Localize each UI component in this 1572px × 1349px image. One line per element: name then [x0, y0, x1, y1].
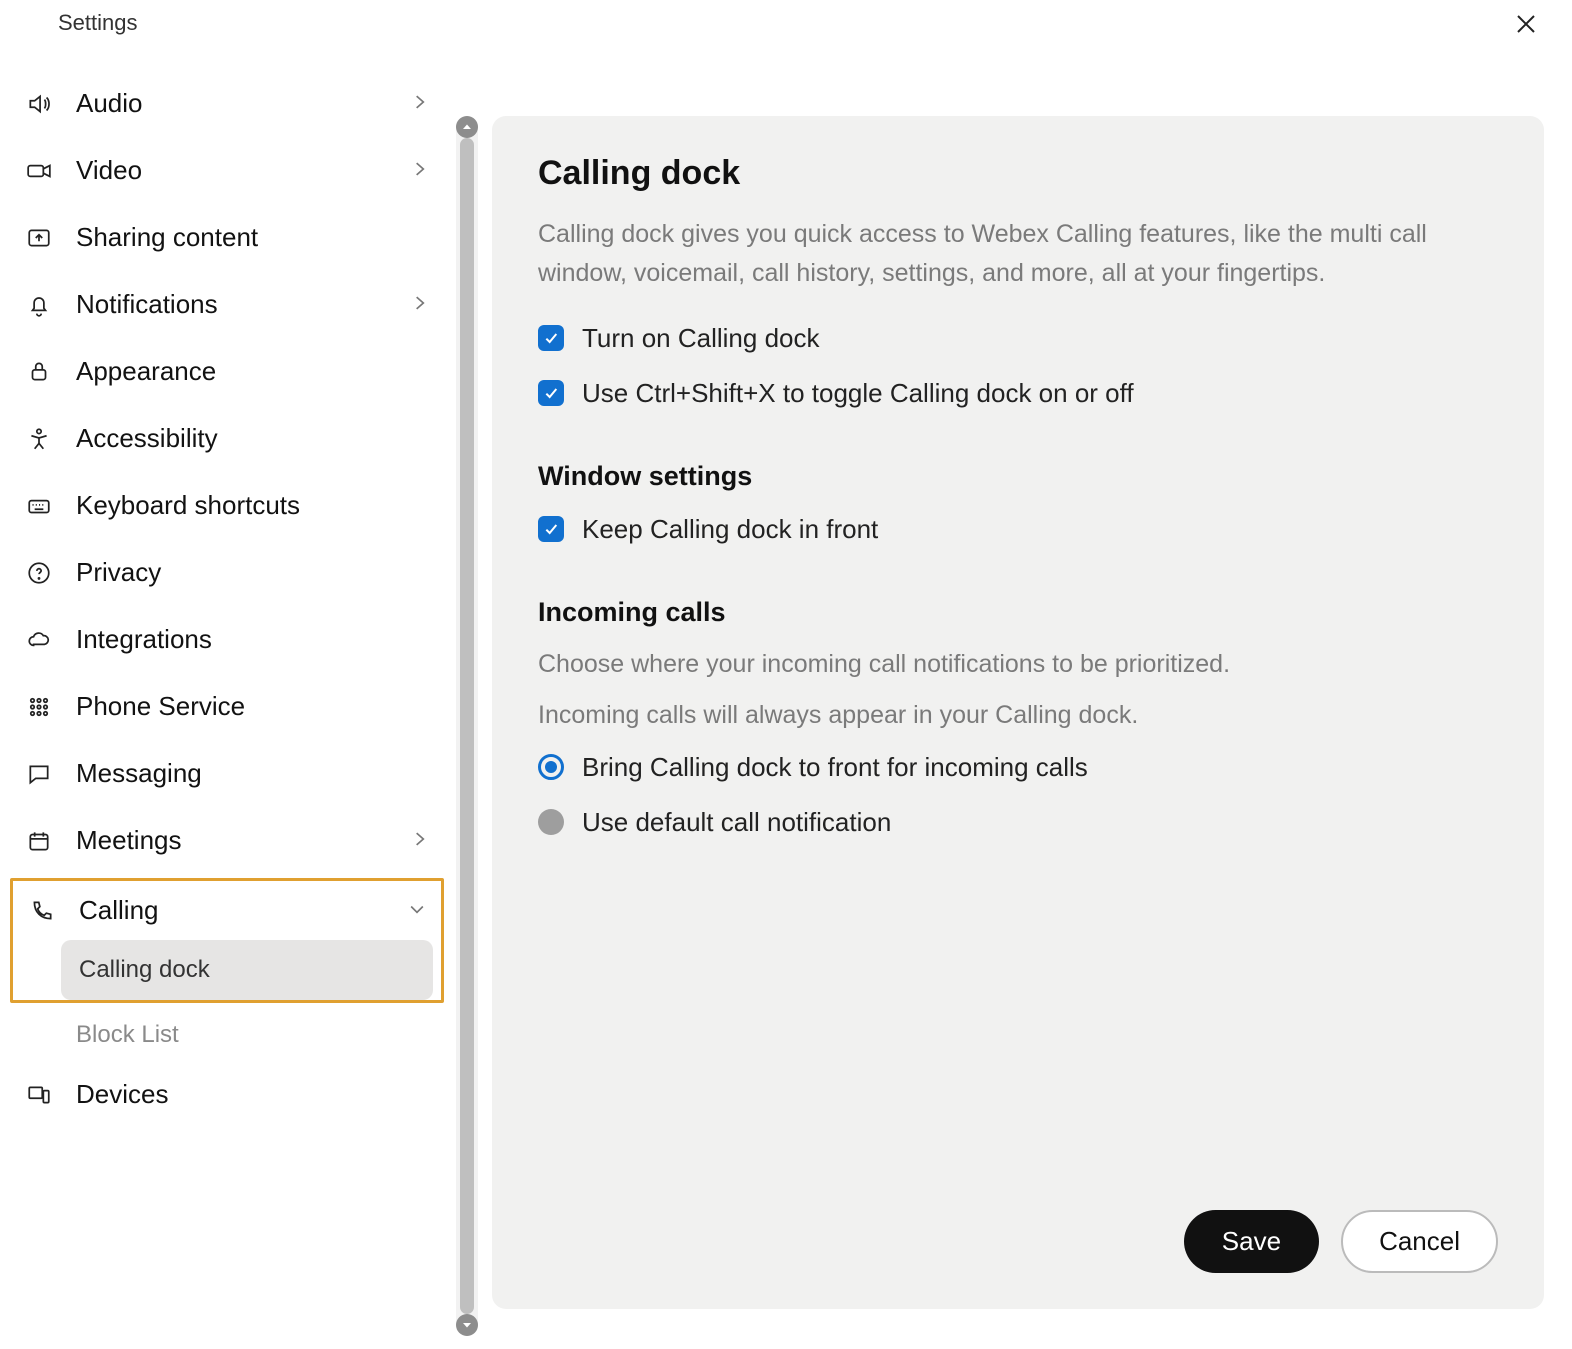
sidebar-subitem-calling-dock[interactable]: Calling dock [61, 940, 433, 1000]
page-description: Calling dock gives you quick access to W… [538, 215, 1498, 293]
option-label: Turn on Calling dock [582, 323, 820, 354]
sidebar-item-label: Audio [76, 88, 388, 119]
sidebar-item-label: Appearance [76, 356, 430, 387]
keyboard-icon [24, 493, 54, 519]
sidebar-item-label: Integrations [76, 624, 430, 655]
sidebar-item-label: Devices [76, 1079, 430, 1110]
sidebar-item-sharing[interactable]: Sharing content [10, 204, 444, 271]
content-panel-wrap: Calling dock Calling dock gives you quic… [482, 56, 1572, 1349]
sidebar-item-privacy[interactable]: Privacy [10, 539, 444, 606]
chevron-right-icon [410, 88, 430, 119]
sidebar-item-label: Accessibility [76, 423, 430, 454]
window-title: Settings [58, 10, 138, 36]
radio-default-notification[interactable] [538, 809, 564, 835]
devices-icon [24, 1082, 54, 1108]
privacy-icon [24, 560, 54, 586]
incoming-calls-heading: Incoming calls [538, 597, 1498, 628]
sidebar-item-label: Keyboard shortcuts [76, 490, 430, 521]
option-keep-front[interactable]: Keep Calling dock in front [538, 514, 1498, 545]
sidebar-calling-highlight: Calling Calling dock [10, 878, 444, 1003]
content-panel: Calling dock Calling dock gives you quic… [492, 116, 1544, 1309]
incoming-desc-2: Incoming calls will always appear in you… [538, 701, 1498, 730]
sidebar-item-notifications[interactable]: Notifications [10, 271, 444, 338]
chevron-right-icon [410, 825, 430, 856]
sidebar-item-video[interactable]: Video [10, 137, 444, 204]
scroll-up-icon[interactable] [456, 116, 478, 138]
sidebar-item-accessibility[interactable]: Accessibility [10, 405, 444, 472]
sidebar-item-devices[interactable]: Devices [10, 1061, 444, 1128]
page-heading: Calling dock [538, 154, 1498, 193]
phone-icon [27, 898, 57, 924]
sidebar-item-keyboard[interactable]: Keyboard shortcuts [10, 472, 444, 539]
sidebar-item-appearance[interactable]: Appearance [10, 338, 444, 405]
checkbox-keep-front[interactable] [538, 516, 564, 542]
sharing-icon [24, 225, 54, 251]
settings-sidebar: Audio Video [0, 56, 452, 1349]
sidebar-item-audio[interactable]: Audio [10, 70, 444, 137]
checkbox-toggle-shortcut[interactable] [538, 380, 564, 406]
radio-label: Bring Calling dock to front for incoming… [582, 752, 1088, 783]
window-settings-heading: Window settings [538, 461, 1498, 492]
bell-icon [24, 292, 54, 318]
sidebar-scrollbar[interactable] [456, 116, 478, 1336]
cloud-icon [24, 627, 54, 653]
radio-label: Use default call notification [582, 807, 891, 838]
audio-icon [24, 91, 54, 117]
video-icon [24, 158, 54, 184]
titlebar: Settings [0, 0, 1572, 56]
chevron-right-icon [410, 155, 430, 186]
close-icon[interactable] [1506, 10, 1546, 43]
radio-bring-front[interactable] [538, 754, 564, 780]
sidebar-item-label: Video [76, 155, 388, 186]
sidebar-item-label: Messaging [76, 758, 430, 789]
sidebar-item-label: Phone Service [76, 691, 430, 722]
accessibility-icon [24, 426, 54, 452]
dialpad-icon [24, 694, 54, 720]
radio-bring-front-row[interactable]: Bring Calling dock to front for incoming… [538, 752, 1498, 783]
checkbox-turn-on[interactable] [538, 325, 564, 351]
option-label: Use Ctrl+Shift+X to toggle Calling dock … [582, 378, 1134, 409]
sidebar-item-label: Privacy [76, 557, 430, 588]
option-toggle-shortcut[interactable]: Use Ctrl+Shift+X to toggle Calling dock … [538, 378, 1498, 409]
sidebar-subitem-label: Calling dock [79, 956, 210, 983]
sidebar-item-phone-service[interactable]: Phone Service [10, 673, 444, 740]
appearance-icon [24, 359, 54, 385]
save-button[interactable]: Save [1184, 1210, 1319, 1273]
calendar-icon [24, 828, 54, 854]
sidebar-item-label: Sharing content [76, 222, 430, 253]
sidebar-item-calling[interactable]: Calling [13, 881, 441, 940]
option-turn-on-dock[interactable]: Turn on Calling dock [538, 323, 1498, 354]
sidebar-item-label: Calling [79, 895, 385, 926]
chevron-right-icon [410, 289, 430, 320]
option-label: Keep Calling dock in front [582, 514, 878, 545]
sidebar-scrollbar-col [452, 56, 482, 1349]
chevron-down-icon [407, 895, 427, 926]
sidebar-item-label: Meetings [76, 825, 388, 856]
sidebar-item-meetings[interactable]: Meetings [10, 807, 444, 874]
sidebar-item-integrations[interactable]: Integrations [10, 606, 444, 673]
scroll-down-icon[interactable] [456, 1314, 478, 1336]
sidebar-subitem-block-list[interactable]: Block List [58, 1009, 436, 1061]
radio-default-notification-row[interactable]: Use default call notification [538, 807, 1498, 838]
chat-icon [24, 761, 54, 787]
sidebar-subitem-label: Block List [76, 1021, 179, 1048]
panel-footer: Save Cancel [538, 1186, 1498, 1273]
sidebar-item-label: Notifications [76, 289, 388, 320]
scroll-thumb[interactable] [460, 138, 474, 1314]
incoming-desc-1: Choose where your incoming call notifica… [538, 650, 1498, 679]
sidebar-item-messaging[interactable]: Messaging [10, 740, 444, 807]
cancel-button[interactable]: Cancel [1341, 1210, 1498, 1273]
